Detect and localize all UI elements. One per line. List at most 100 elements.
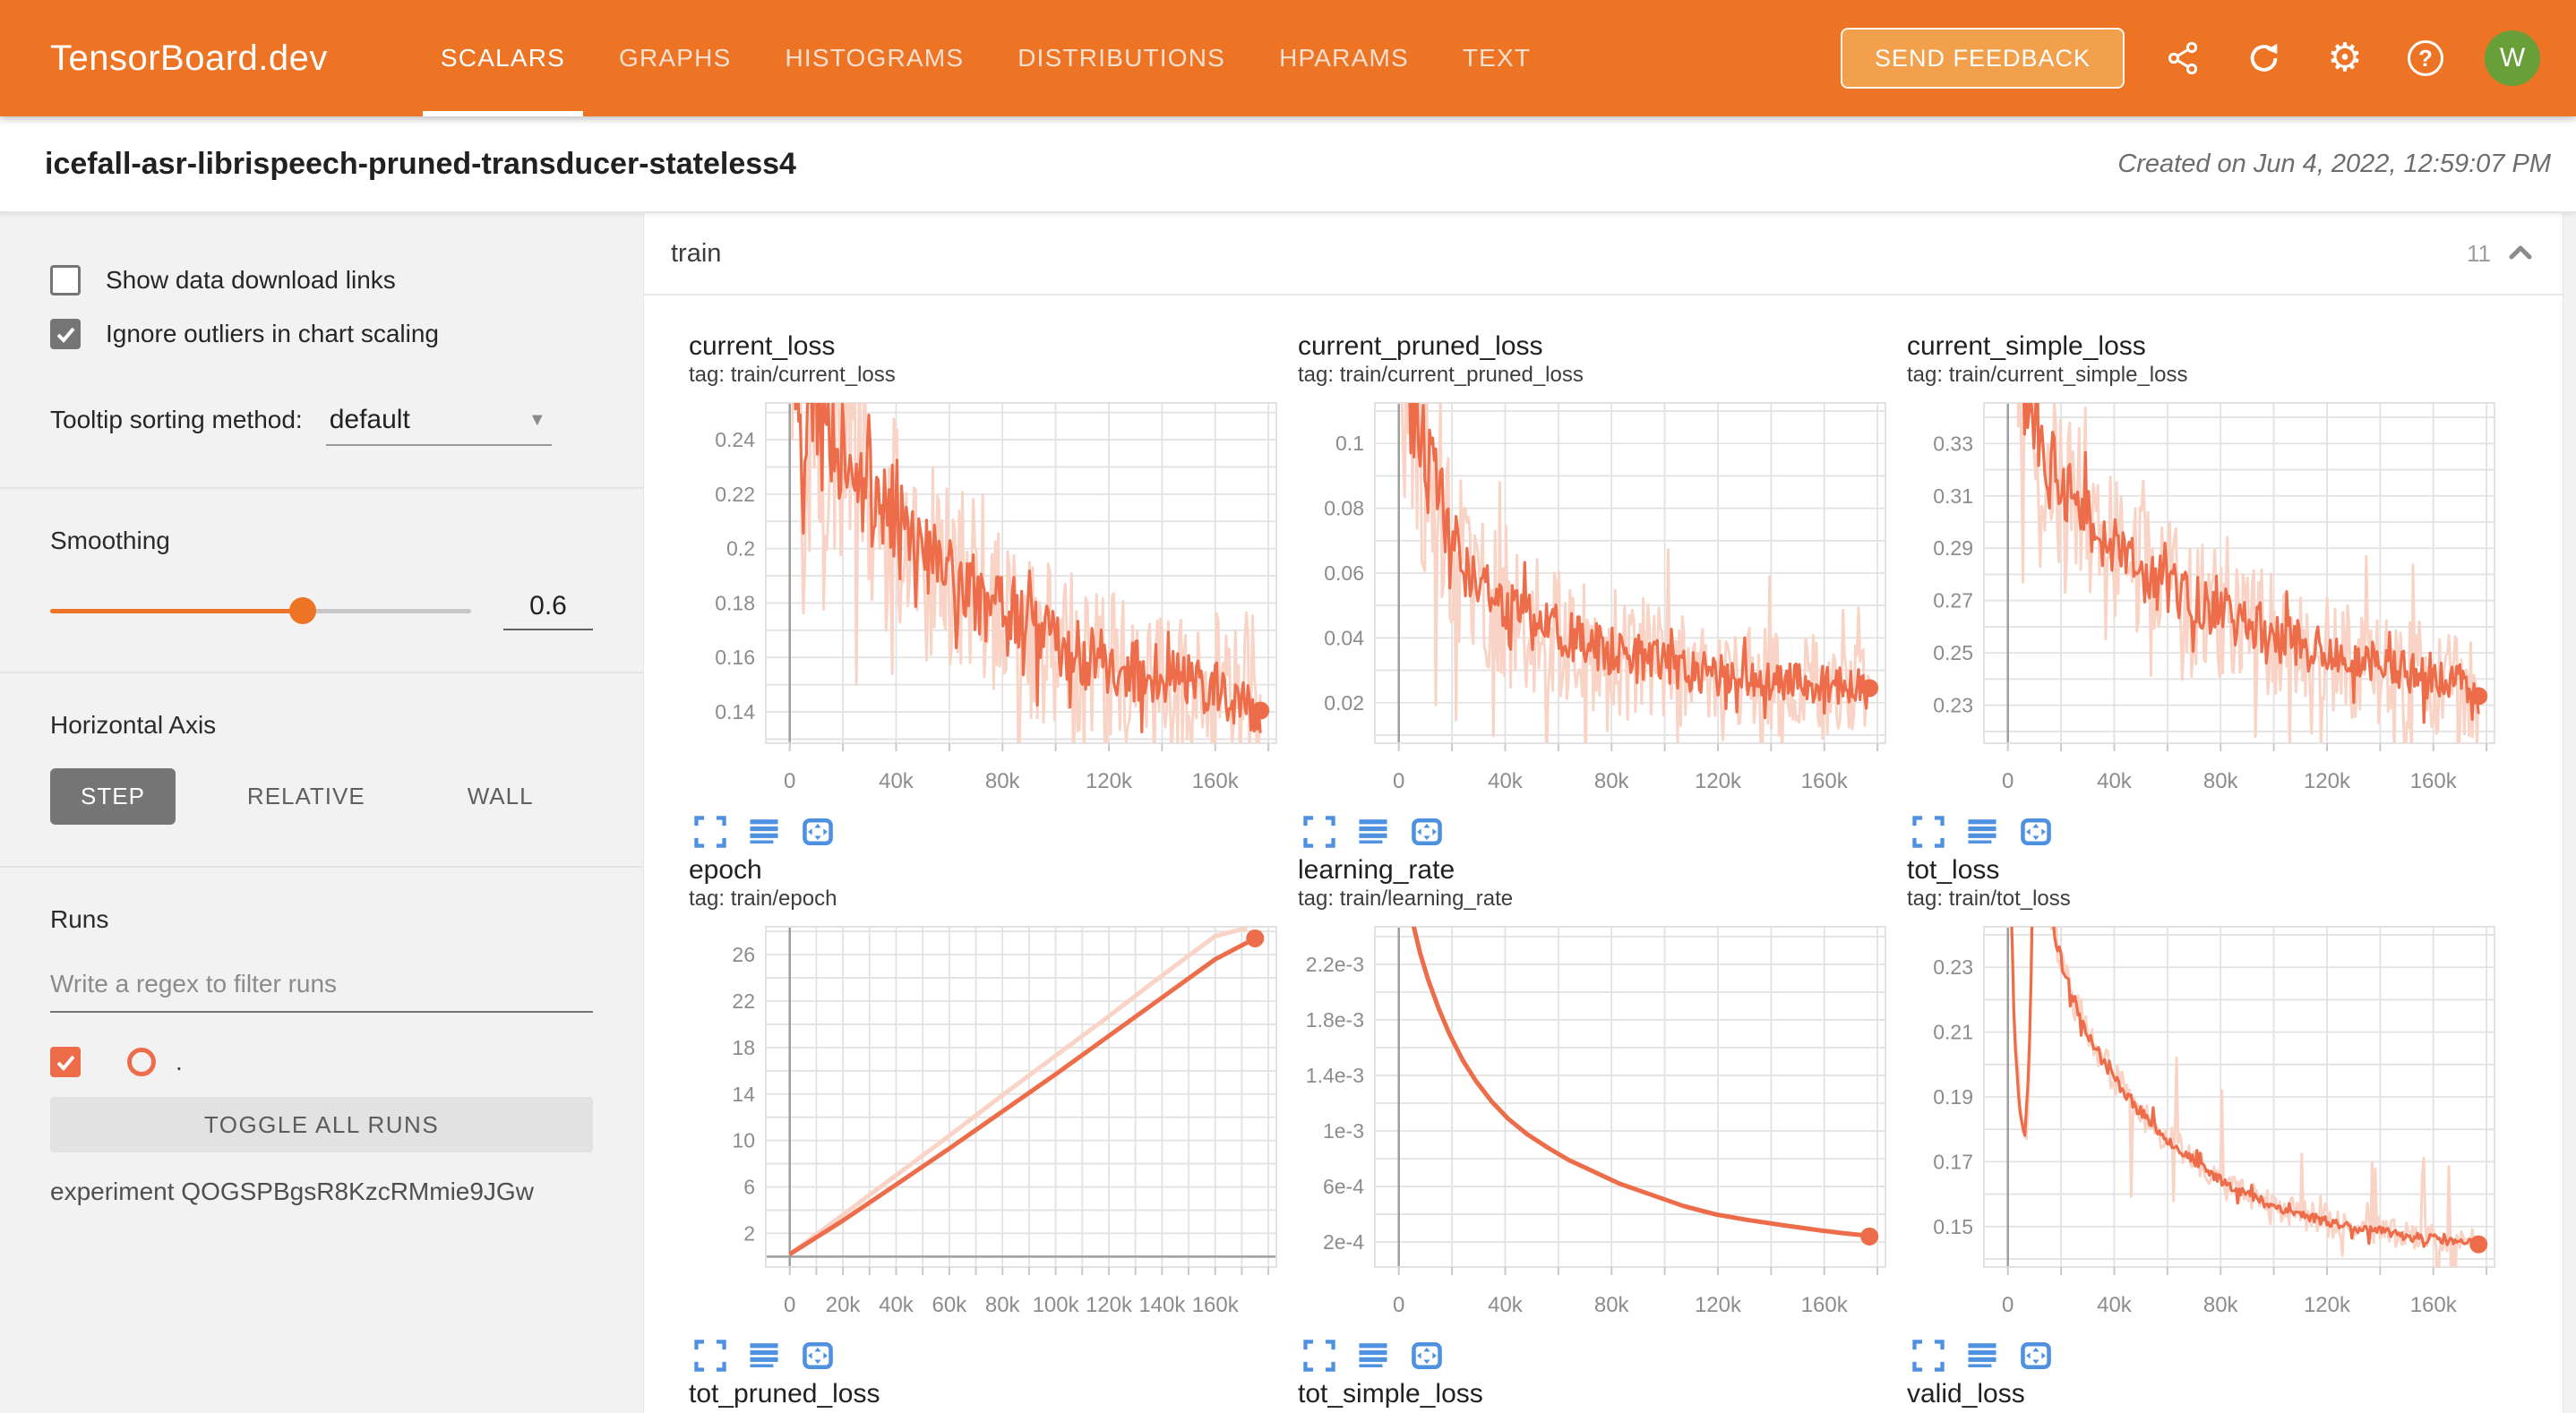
svg-text:40k: 40k	[1488, 1293, 1524, 1317]
chart-card: current_loss tag: train/current_loss 0.1…	[689, 331, 1280, 855]
smoothing-slider[interactable]	[50, 593, 471, 629]
svg-text:0: 0	[1393, 1293, 1404, 1317]
share-icon[interactable]	[2162, 37, 2205, 80]
fit-domain-icon[interactable]	[798, 1336, 837, 1375]
horizontal-axis-buttons: STEP RELATIVE WALL	[50, 768, 593, 825]
train-section-header[interactable]: train 11	[644, 213, 2563, 295]
expand-chart-icon[interactable]	[1909, 1336, 1948, 1375]
runs-filter-input[interactable]	[50, 970, 593, 1013]
send-feedback-button[interactable]: SEND FEEDBACK	[1841, 28, 2125, 89]
chart-plot[interactable]: 0.150.170.190.210.23040k80k120k160k	[1907, 923, 2498, 1331]
chart-tag: tag: train/current_loss	[689, 362, 1280, 389]
help-icon[interactable]: ?	[2404, 37, 2447, 80]
fit-domain-icon[interactable]	[1407, 1336, 1447, 1375]
chart-plot[interactable]: 0.020.040.060.080.1040k80k120k160k	[1298, 399, 1889, 807]
ignore-outliers-label: Ignore outliers in chart scaling	[106, 320, 439, 348]
horizontal-axis-label: Horizontal Axis	[50, 711, 593, 740]
fit-domain-icon[interactable]	[798, 812, 837, 852]
tooltip-sorting-select[interactable]: default ▼	[326, 405, 552, 446]
svg-text:0.27: 0.27	[1933, 589, 1973, 612]
created-timestamp: Created on Jun 4, 2022, 12:59:07 PM	[2117, 150, 2551, 179]
svg-text:0: 0	[2002, 769, 2014, 793]
svg-text:120k: 120k	[1086, 769, 1133, 793]
fit-domain-icon[interactable]	[1407, 812, 1447, 852]
data-lines-icon[interactable]	[1353, 812, 1393, 852]
settings-gear-icon[interactable]: ⚙	[2323, 37, 2366, 80]
svg-text:40k: 40k	[879, 769, 914, 793]
data-lines-icon[interactable]	[1962, 1336, 2002, 1375]
svg-text:120k: 120k	[1086, 1293, 1133, 1317]
expand-chart-icon[interactable]	[691, 1336, 730, 1375]
chart-toolbar	[691, 812, 1280, 852]
svg-text:80k: 80k	[985, 1293, 1021, 1317]
svg-text:0.15: 0.15	[1933, 1215, 1973, 1238]
tab-distributions[interactable]: DISTRIBUTIONS	[991, 0, 1252, 116]
svg-text:14: 14	[732, 1083, 755, 1106]
svg-text:2: 2	[743, 1221, 755, 1245]
run-checkbox[interactable]	[50, 1047, 81, 1077]
run-name: .	[176, 1048, 183, 1076]
svg-text:18: 18	[732, 1036, 755, 1059]
svg-text:0.02: 0.02	[1324, 691, 1364, 715]
svg-text:0.18: 0.18	[715, 591, 755, 614]
tab-graphs[interactable]: GRAPHS	[592, 0, 758, 116]
fit-domain-icon[interactable]	[2016, 812, 2056, 852]
sidebar-divider	[0, 487, 643, 489]
svg-text:40k: 40k	[2097, 769, 2133, 793]
tab-histograms[interactable]: HISTOGRAMS	[758, 0, 991, 116]
smoothing-label: Smoothing	[50, 527, 593, 555]
wall-button[interactable]: WALL	[437, 768, 564, 825]
chart-title: valid_loss	[1907, 1379, 2498, 1409]
expand-chart-icon[interactable]	[691, 812, 730, 852]
svg-text:0: 0	[2002, 1293, 2014, 1317]
chart-title: tot_simple_loss	[1298, 1379, 1889, 1409]
scalars-card: train 11 current_loss tag: train/current…	[643, 213, 2563, 1413]
fit-domain-icon[interactable]	[2016, 1336, 2056, 1375]
svg-text:40k: 40k	[1488, 769, 1524, 793]
tab-scalars[interactable]: SCALARS	[414, 0, 592, 116]
svg-text:80k: 80k	[985, 769, 1021, 793]
svg-text:6: 6	[743, 1176, 755, 1199]
chart-tag: tag: train/current_simple_loss	[1907, 362, 2498, 389]
chart-tag: tag: train/tot_pruned_loss	[689, 1409, 1280, 1413]
toggle-all-runs-button[interactable]: TOGGLE ALL RUNS	[50, 1097, 593, 1152]
chart-plot[interactable]: 0.140.160.180.20.220.24040k80k120k160k	[689, 399, 1280, 807]
smoothing-value[interactable]: 0.6	[503, 591, 593, 630]
chart-plot[interactable]: 2e-46e-41e-31.4e-31.8e-32.2e-3040k80k120…	[1298, 923, 1889, 1331]
sidebar-divider	[0, 672, 643, 673]
relative-button[interactable]: RELATIVE	[217, 768, 396, 825]
chart-plot[interactable]: 261014182226020k40k60k80k100k120k140k160…	[689, 923, 1280, 1331]
svg-text:160k: 160k	[1801, 769, 1849, 793]
svg-text:40k: 40k	[2097, 1293, 2133, 1317]
svg-text:160k: 160k	[1192, 1293, 1240, 1317]
user-avatar[interactable]: W	[2485, 30, 2540, 86]
expand-chart-icon[interactable]	[1300, 1336, 1339, 1375]
main-tabs: SCALARS GRAPHS HISTOGRAMS DISTRIBUTIONS …	[414, 0, 1558, 116]
slider-thumb[interactable]	[289, 597, 316, 624]
tab-text[interactable]: TEXT	[1436, 0, 1558, 116]
chart-toolbar	[1300, 1336, 1889, 1375]
app-logo[interactable]: TensorBoard.dev	[50, 39, 328, 79]
data-lines-icon[interactable]	[1353, 1336, 1393, 1375]
step-button[interactable]: STEP	[50, 768, 176, 825]
chart-count-badge: 11	[2467, 240, 2491, 268]
svg-text:0.16: 0.16	[715, 646, 755, 669]
expand-chart-icon[interactable]	[1300, 812, 1339, 852]
download-links-checkbox[interactable]	[50, 265, 81, 295]
data-lines-icon[interactable]	[744, 1336, 784, 1375]
svg-text:1.4e-3: 1.4e-3	[1306, 1064, 1364, 1087]
svg-text:0.23: 0.23	[1933, 955, 1973, 979]
chart-tag: tag: train/learning_rate	[1298, 886, 1889, 912]
chart-plot[interactable]: 0.230.250.270.290.310.33040k80k120k160k	[1907, 399, 2498, 807]
tab-hparams[interactable]: HPARAMS	[1252, 0, 1436, 116]
expand-chart-icon[interactable]	[1909, 812, 1948, 852]
top-navbar: TensorBoard.dev SCALARS GRAPHS HISTOGRAM…	[0, 0, 2576, 116]
svg-text:140k: 140k	[1138, 1293, 1186, 1317]
ignore-outliers-checkbox[interactable]	[50, 319, 81, 349]
refresh-icon[interactable]	[2243, 37, 2286, 80]
data-lines-icon[interactable]	[744, 812, 784, 852]
data-lines-icon[interactable]	[1962, 812, 2002, 852]
tooltip-sorting-value: default	[330, 405, 410, 435]
collapse-section-icon[interactable]	[2505, 238, 2536, 269]
run-color-swatch[interactable]	[127, 1048, 156, 1076]
